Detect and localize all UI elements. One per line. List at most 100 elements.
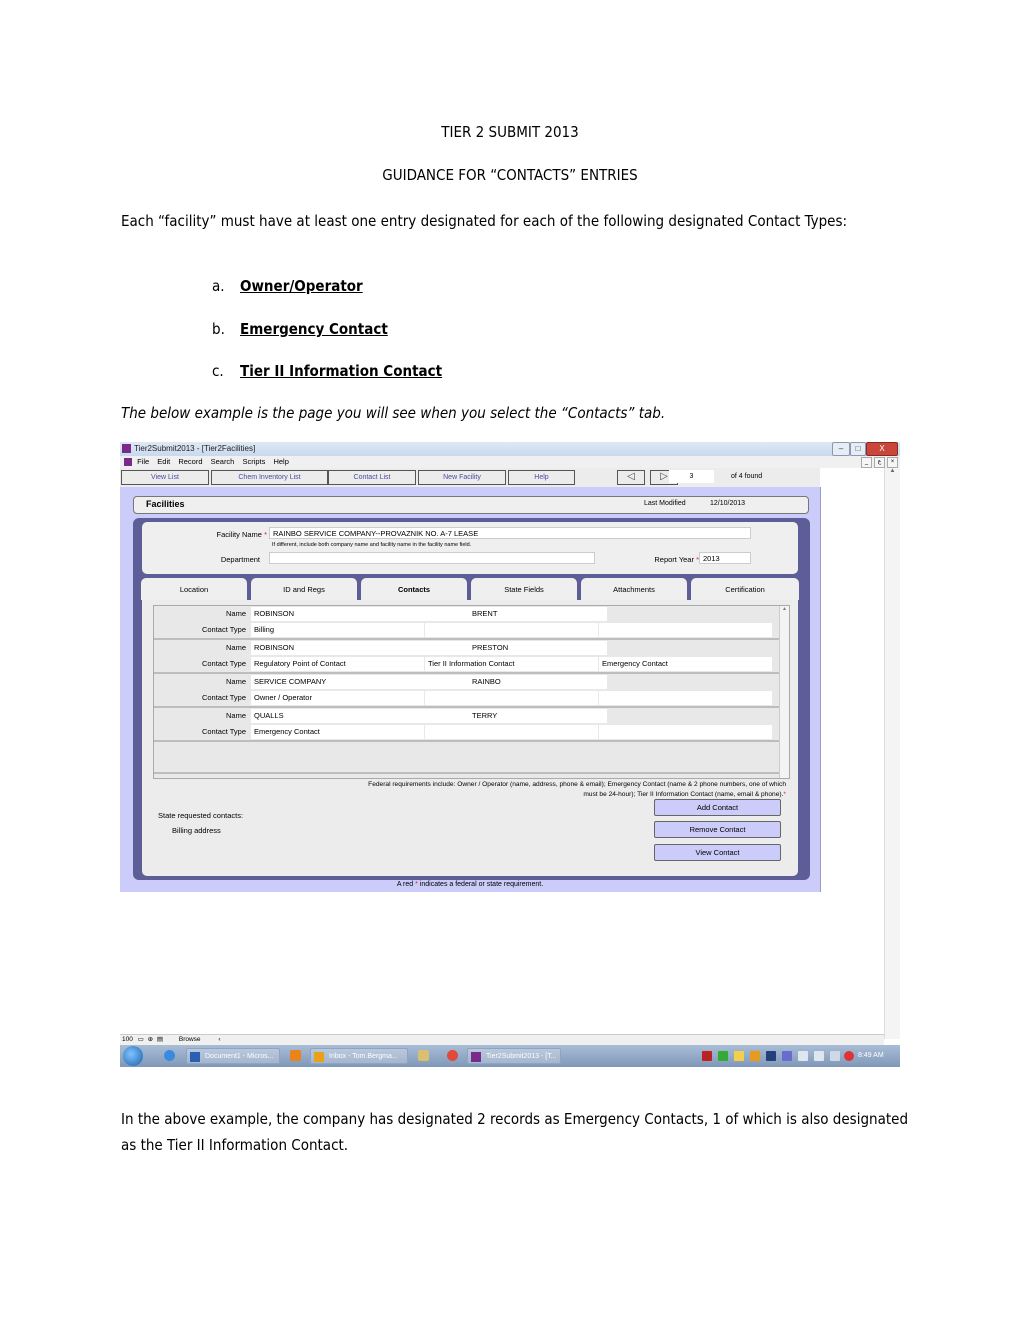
tray-power-icon[interactable] [814,1051,824,1061]
menu-record[interactable]: Record [178,457,202,466]
facility-panel: Facility Name * RAINBO SERVICE COMPANY--… [133,518,810,880]
contact-type-1[interactable]: Emergency Contact [251,725,424,739]
tray-network-app-icon[interactable] [766,1051,776,1061]
contact-first-name[interactable]: RAINBO [469,675,607,689]
tray-network-icon[interactable] [830,1051,840,1061]
vertical-scrollbar[interactable]: ▲ [884,468,900,1039]
windows-taskbar: Document1 - Micros... Inbox - Tom.Bergma… [120,1045,900,1067]
contact-name-row[interactable]: Name ROBINSON PRESTON [154,640,779,656]
new-facility-button[interactable]: New Facility [418,470,506,485]
contact-type-2[interactable]: Tier II Information Contact [425,657,598,671]
intro-paragraph: Each “facility” must have at least one e… [121,212,848,230]
record-number-field[interactable]: 3 [669,470,714,483]
chrome-icon[interactable] [447,1050,458,1061]
contact-last-name[interactable]: ROBINSON [251,641,469,655]
footer-note-pre: A red [396,881,414,888]
header-title: Facilities [146,499,185,509]
tray-display-icon[interactable] [782,1051,792,1061]
contact-name-row[interactable]: Name ROBINSON BRENT [154,606,779,622]
contact-type-2[interactable] [425,623,598,637]
tab-id-and-regs[interactable]: ID and Regs [251,578,357,600]
portal-scrollbar[interactable]: ▲ [779,606,789,778]
mdi-minimize-button[interactable]: _ [861,457,872,468]
contact-type-3[interactable] [599,623,772,637]
row-divider [154,772,779,774]
tray-acrobat-icon[interactable] [702,1051,712,1061]
minimize-button[interactable]: – [832,442,850,456]
contact-last-name[interactable]: QUALLS [251,709,469,723]
taskbar-label: Tier2Submit2013 - [T... [486,1053,557,1060]
tab-contacts[interactable]: Contacts [361,578,467,600]
contact-type-row[interactable]: Contact Type Emergency Contact [154,724,779,740]
tray-green-icon[interactable] [718,1051,728,1061]
report-year-input[interactable]: 2013 [699,552,751,564]
explorer-icon[interactable] [418,1050,429,1061]
contact-first-name[interactable]: PRESTON [469,641,607,655]
contact-type-2[interactable] [425,691,598,705]
close-button[interactable]: X [866,442,898,456]
maximize-button[interactable]: □ [850,442,866,456]
start-button[interactable] [123,1046,143,1066]
tray-mail-icon[interactable] [734,1051,744,1061]
scroll-left-icon[interactable]: ‹ [218,1036,220,1043]
media-player-icon[interactable] [290,1050,301,1061]
tray-volume-muted-icon[interactable] [844,1051,854,1061]
internet-explorer-icon[interactable] [164,1050,175,1061]
tray-flag-icon[interactable] [798,1051,808,1061]
view-contact-button[interactable]: View Contact [654,844,781,861]
remove-contact-button[interactable]: Remove Contact [654,821,781,838]
add-contact-button[interactable]: Add Contact [654,799,781,816]
required-mark: * [783,791,786,798]
embedded-screenshot: Tier2Submit2013 - [Tier2Facilities] – □ … [120,442,900,1067]
contact-type-3[interactable]: Emergency Contact [599,657,772,671]
contact-name-row[interactable]: Name QUALLS TERRY [154,708,779,724]
contact-name-row[interactable]: Name SERVICE COMPANY RAINBO [154,674,779,690]
department-input[interactable] [269,552,595,564]
menu-edit[interactable]: Edit [157,457,170,466]
contact-first-name[interactable]: TERRY [469,709,607,723]
tab-certification[interactable]: Certification [691,578,799,600]
contact-list-button[interactable]: Contact List [328,470,416,485]
menu-file[interactable]: File [137,457,149,466]
previous-record-icon[interactable]: ◁ [617,470,645,485]
chem-inventory-list-button[interactable]: Chem Inventory List [211,470,328,485]
tray-outlook-icon[interactable] [750,1051,760,1061]
mdi-close-button[interactable]: × [887,457,898,468]
contact-last-name[interactable]: SERVICE COMPANY [251,675,469,689]
name-label: Name [225,643,246,652]
facilities-header: Facilities Last Modified 12/10/2013 [133,496,809,514]
contact-type-3[interactable] [599,691,772,705]
contact-type-row[interactable]: Contact Type Billing [154,622,779,638]
tab-state-fields[interactable]: State Fields [471,578,577,600]
menu-help[interactable]: Help [273,457,288,466]
taskbar-item-tier2submit[interactable]: Tier2Submit2013 - [T... [467,1048,561,1064]
zoom-out-icon[interactable]: ▭ [138,1036,144,1043]
help-button[interactable]: Help [508,470,575,485]
contact-type-1[interactable]: Owner / Operator [251,691,424,705]
taskbar-item-outlook[interactable]: Inbox - Tom.Bergma... [310,1048,408,1064]
taskbar-item-word[interactable]: Document1 - Micros... [186,1048,280,1064]
contact-type-1[interactable]: Regulatory Point of Contact [251,657,424,671]
menu-scripts[interactable]: Scripts [242,457,265,466]
contact-type-1[interactable]: Billing [251,623,424,637]
required-mark: * [264,530,267,539]
mdi-restore-button[interactable]: ع [874,457,885,468]
tab-attachments[interactable]: Attachments [581,578,687,600]
contact-last-name[interactable]: ROBINSON [251,607,469,621]
view-list-button[interactable]: View List [121,470,209,485]
contacts-tab-content: Name ROBINSON BRENT Contact Type Billing… [142,600,798,876]
facility-name-input[interactable]: RAINBO SERVICE COMPANY--PROVAZNIK NO. A-… [269,527,751,539]
status-toggle-icon[interactable]: ▤ [157,1036,163,1043]
tab-location[interactable]: Location [141,578,247,600]
toolbar: View List Chem Inventory List Contact Li… [120,468,820,488]
menu-search[interactable]: Search [211,457,235,466]
zoom-level[interactable]: 100 [122,1036,133,1043]
name-label: Name [225,609,246,618]
contact-type-2[interactable] [425,725,598,739]
contact-type-3[interactable] [599,725,772,739]
zoom-in-icon[interactable]: ⊕ [148,1036,153,1043]
contact-type-row[interactable]: Contact Type Regulatory Point of Contact… [154,656,779,672]
contact-type-row[interactable]: Contact Type Owner / Operator [154,690,779,706]
last-modified-value: 12/10/2013 [710,500,746,507]
contact-first-name[interactable]: BRENT [469,607,607,621]
